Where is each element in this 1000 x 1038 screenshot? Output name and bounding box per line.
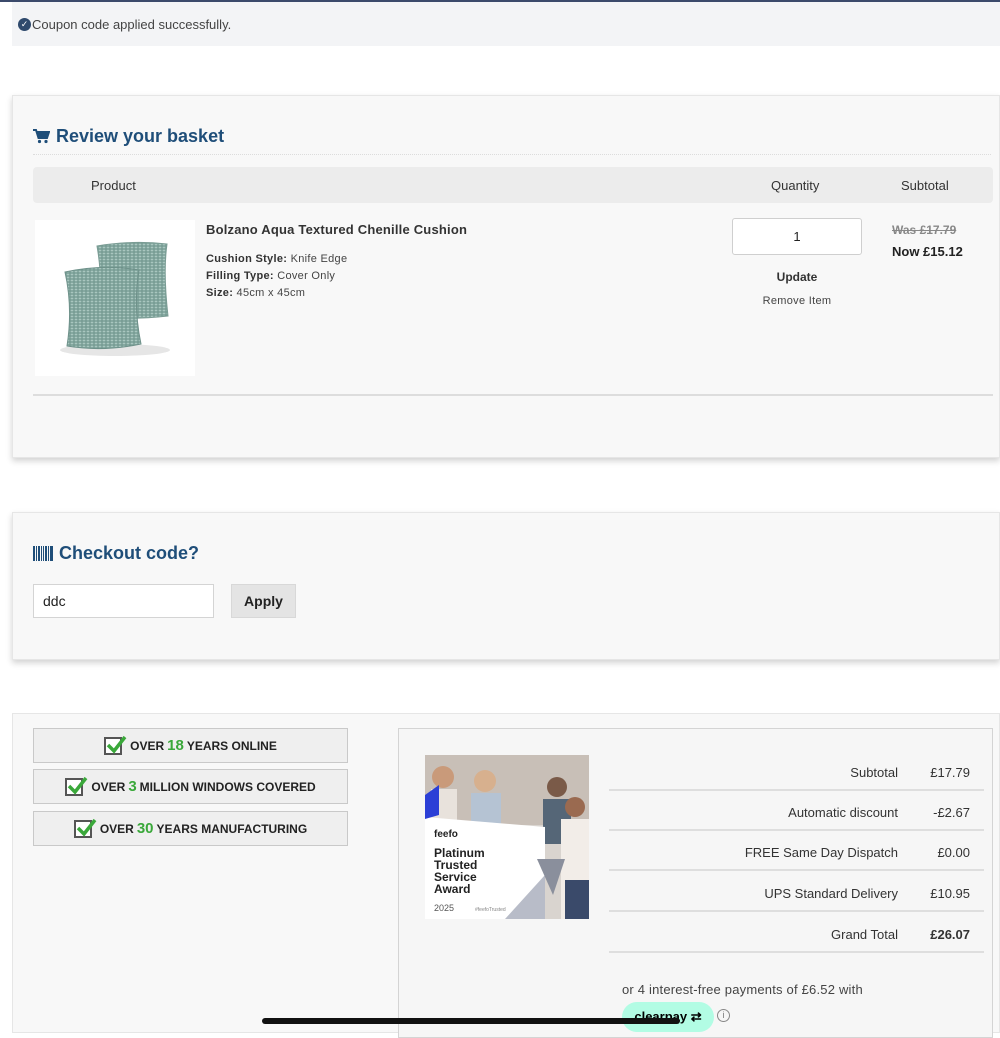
header-quantity: Quantity [771, 178, 820, 193]
attr-size: Size: 45cm x 45cm [206, 287, 306, 299]
checkout-code-title: Checkout code? [33, 543, 199, 564]
green-check-icon [104, 735, 127, 755]
header-subtotal: Subtotal [901, 178, 949, 193]
summary-row-delivery: UPS Standard Delivery £10.95 [609, 872, 984, 912]
summary-row-subtotal: Subtotal £17.79 [609, 751, 984, 791]
remove-item-link[interactable]: Remove Item [732, 295, 862, 307]
cart-icon [33, 129, 50, 144]
order-summary: feefo Platinum Trusted Service Award 202… [398, 728, 993, 1038]
clearpay-logo[interactable]: clearpay ⇄ [622, 1002, 714, 1032]
was-price: Was £17.79 [892, 223, 957, 237]
svg-text:feefo: feefo [434, 829, 458, 840]
basket-panel: Review your basket Product Quantity Subt… [12, 95, 1000, 458]
summary-row-discount: Automatic discount -£2.67 [609, 791, 984, 831]
green-check-icon [65, 776, 88, 796]
basket-table-header: Product Quantity Subtotal [33, 167, 993, 203]
attr-cushion-style: Cushion Style: Knife Edge [206, 253, 348, 265]
divider [33, 154, 991, 155]
trust-badge-years-manufacturing: OVER 30 YEARS MANUFACTURING [33, 811, 348, 846]
checkout-code-panel: Checkout code? ddc Apply [12, 512, 1000, 660]
row-divider [33, 394, 993, 396]
info-icon[interactable]: i [717, 1009, 730, 1022]
quantity-input[interactable]: 1 [732, 218, 862, 255]
clearpay-text: or 4 interest-free payments of £6.52 wit… [622, 982, 863, 997]
svg-text:Award: Award [434, 882, 470, 896]
success-notice: ✓ Coupon code applied successfully. [12, 2, 1000, 46]
check-circle-icon: ✓ [18, 17, 31, 31]
apply-button[interactable]: Apply [231, 584, 296, 618]
green-check-icon [73, 818, 97, 838]
barcode-icon [33, 546, 53, 561]
now-price: Now £15.12 [892, 244, 963, 259]
summary-row-dispatch: FREE Same Day Dispatch £0.00 [609, 831, 984, 871]
checkout-code-title-text: Checkout code? [59, 543, 200, 563]
basket-title: Review your basket [33, 126, 224, 147]
feefo-award-image: feefo Platinum Trusted Service Award 202… [425, 755, 589, 919]
home-indicator [262, 1018, 680, 1024]
update-button[interactable]: Update [732, 270, 862, 284]
notice-text: Coupon code applied successfully. [32, 16, 232, 32]
trust-badge-windows-covered: OVER 3 MILLION WINDOWS COVERED [33, 769, 348, 804]
summary-row-grand-total: Grand Total £26.07 [609, 913, 984, 953]
svg-text:#feefoTrusted: #feefoTrusted [475, 907, 506, 913]
header-product: Product [91, 178, 136, 193]
product-image[interactable] [35, 220, 195, 376]
svg-text:2025: 2025 [434, 903, 454, 913]
product-name[interactable]: Bolzano Aqua Textured Chenille Cushion [206, 222, 467, 237]
totals-panel: OVER 18 YEARS ONLINE OVER 3 MILLION WINDOWS … [12, 713, 1000, 1038]
trust-badge-years-online: OVER 18 YEARS ONLINE [33, 728, 348, 763]
attr-filling-type: Filling Type: Cover Only [206, 270, 336, 282]
checkout-code-input[interactable]: ddc [33, 584, 214, 618]
basket-title-text: Review your basket [56, 126, 225, 146]
